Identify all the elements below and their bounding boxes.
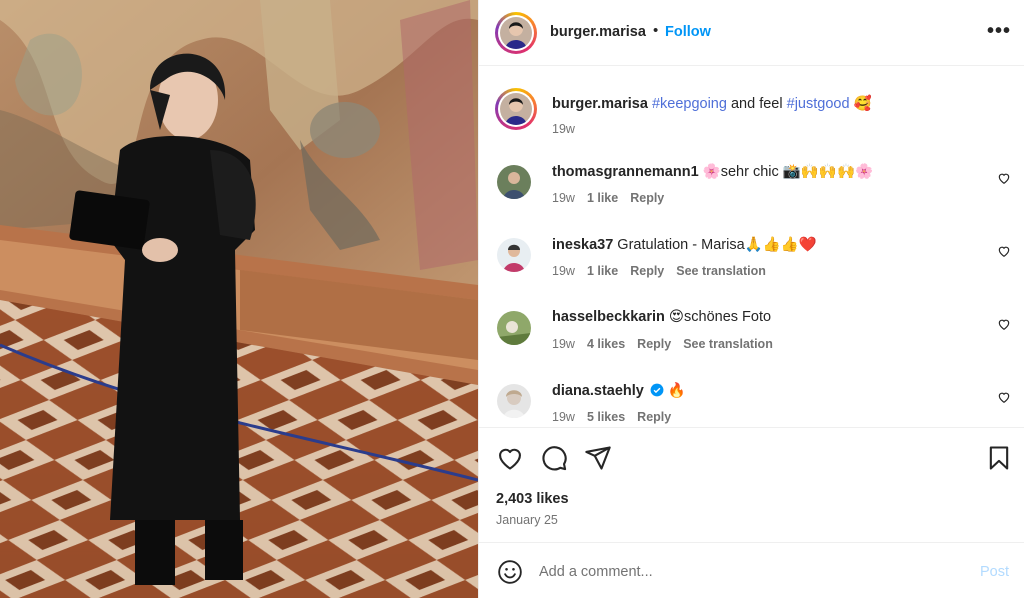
- comment-bubble-icon[interactable]: [540, 444, 568, 472]
- post-header: burger.marisa • Follow •••: [479, 0, 1024, 66]
- post-photo[interactable]: [0, 0, 478, 598]
- comment-item: diana.staehly 🔥 19w 5 likes Reply: [479, 382, 1024, 427]
- caption-emoji: 🥰: [849, 96, 872, 112]
- comment-username[interactable]: thomasgrannemann1: [552, 164, 699, 180]
- comment-text: 🌸sehr chic 📸🙌🙌🙌🌸: [698, 164, 874, 180]
- author-username[interactable]: burger.marisa: [550, 24, 646, 40]
- send-icon[interactable]: [584, 444, 612, 472]
- hashtag-justgood[interactable]: #justgood: [787, 96, 850, 112]
- comment-likes[interactable]: 4 likes: [587, 337, 625, 351]
- like-count[interactable]: 2,403 likes: [496, 491, 569, 507]
- comment-input[interactable]: [539, 557, 959, 587]
- caption-timestamp[interactable]: 19w: [552, 122, 575, 136]
- comment-text: 🔥: [663, 383, 686, 399]
- verified-badge-icon: [650, 383, 664, 397]
- comment-username[interactable]: ineska37: [552, 237, 613, 253]
- post-date[interactable]: January 25: [496, 513, 558, 527]
- comment-text: 😍schönes Foto: [664, 309, 772, 325]
- comment-likes[interactable]: 1 like: [587, 191, 618, 205]
- post-image: [0, 0, 478, 598]
- like-comment-icon[interactable]: [997, 244, 1011, 258]
- post-button[interactable]: Post: [980, 564, 1009, 580]
- commenter-avatar[interactable]: [497, 384, 531, 418]
- comment-likes[interactable]: 5 likes: [587, 410, 625, 424]
- comment-username[interactable]: hasselbeckkarin: [552, 309, 665, 325]
- caption-text: burger.marisa #keepgoing and feel #justg…: [552, 95, 872, 112]
- hashtag-keepgoing[interactable]: #keepgoing: [652, 96, 727, 112]
- see-translation-button[interactable]: See translation: [676, 264, 766, 278]
- caption-body: and feel: [726, 96, 787, 112]
- heart-icon[interactable]: [496, 444, 524, 472]
- reply-button[interactable]: Reply: [637, 410, 671, 424]
- post-actions: 2,403 likes January 25: [479, 427, 1024, 542]
- comment-item: ineska37 Gratulation - Marisa🙏👍👍❤️ 19w 1 …: [479, 236, 1024, 309]
- comment-likes[interactable]: 1 like: [587, 264, 618, 278]
- follow-button[interactable]: Follow: [665, 24, 711, 40]
- comment-time[interactable]: 19w: [552, 191, 575, 205]
- commenter-avatar[interactable]: [497, 238, 531, 272]
- caption-avatar[interactable]: [495, 88, 537, 130]
- comment-item: thomasgrannemann1 🌸sehr chic 📸🙌🙌🙌🌸 19w 1 …: [479, 163, 1024, 236]
- comment-username[interactable]: diana.staehly: [552, 383, 644, 399]
- reply-button[interactable]: Reply: [637, 337, 671, 351]
- post-details-panel: burger.marisa • Follow ••• burger.marisa: [478, 0, 1024, 598]
- comments-list[interactable]: burger.marisa #keepgoing and feel #justg…: [479, 67, 1024, 427]
- smiley-icon[interactable]: [497, 559, 523, 585]
- more-options-icon[interactable]: •••: [987, 20, 1011, 43]
- reply-button[interactable]: Reply: [630, 191, 664, 205]
- add-comment-bar: Post: [479, 542, 1024, 598]
- commenter-avatar[interactable]: [497, 165, 531, 199]
- reply-button[interactable]: Reply: [630, 264, 664, 278]
- comment-time[interactable]: 19w: [552, 410, 575, 424]
- comment-time[interactable]: 19w: [552, 337, 575, 351]
- comment-text: Gratulation - Marisa🙏👍👍❤️: [613, 237, 817, 253]
- like-comment-icon[interactable]: [997, 390, 1011, 404]
- comment-time[interactable]: 19w: [552, 264, 575, 278]
- comment-item: hasselbeckkarin 😍schönes Foto 19w 4 likes…: [479, 309, 1024, 382]
- bookmark-icon[interactable]: [985, 444, 1013, 472]
- see-translation-button[interactable]: See translation: [683, 337, 773, 351]
- author-avatar[interactable]: [495, 12, 537, 54]
- like-comment-icon[interactable]: [997, 317, 1011, 331]
- commenter-avatar[interactable]: [497, 311, 531, 345]
- like-comment-icon[interactable]: [997, 171, 1011, 185]
- separator-dot: •: [653, 22, 659, 39]
- caption-username[interactable]: burger.marisa: [552, 96, 648, 112]
